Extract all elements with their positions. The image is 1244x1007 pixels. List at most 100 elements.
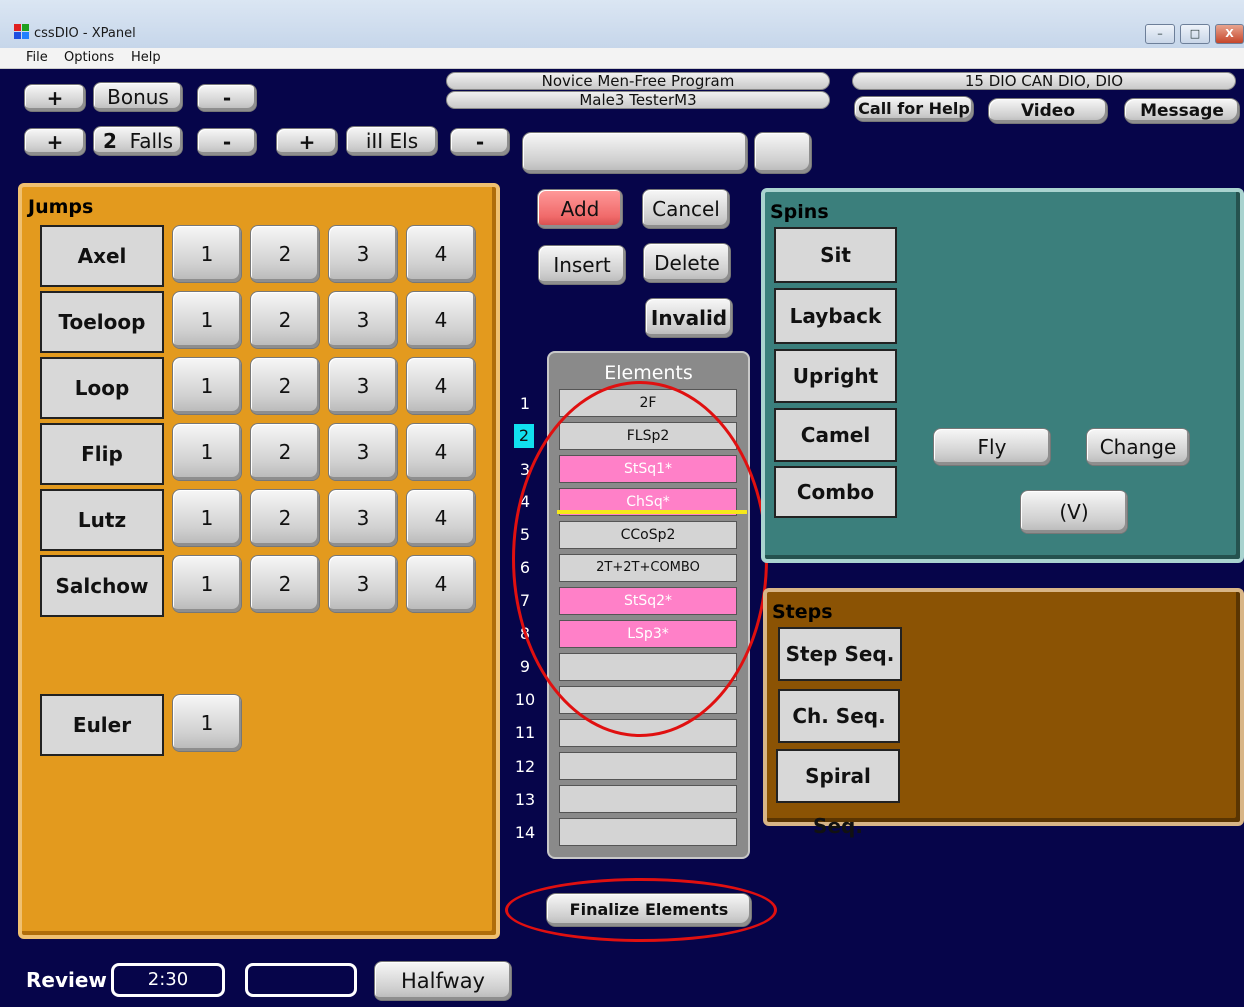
spin-combo[interactable]: Combo (774, 466, 897, 518)
halfway-button[interactable]: Halfway (374, 961, 512, 1001)
toeloop-level-2[interactable]: 2 (250, 291, 320, 349)
choreo-sequence[interactable]: Ch. Seq. (778, 689, 900, 743)
loop-level-4[interactable]: 4 (406, 357, 476, 415)
loop-level-1[interactable]: 1 (172, 357, 242, 415)
falls-plus-button[interactable]: + (24, 128, 86, 156)
toeloop-level-4[interactable]: 4 (406, 291, 476, 349)
flip-level-1[interactable]: 1 (172, 423, 242, 481)
element-number: 10 (514, 690, 536, 709)
jump-flip[interactable]: Flip (40, 423, 164, 485)
jump-lutz[interactable]: Lutz (40, 489, 164, 551)
element-entry-field[interactable] (522, 132, 748, 174)
insert-marker (557, 510, 747, 514)
message-button[interactable]: Message (1124, 98, 1240, 124)
menu-file[interactable]: File (26, 50, 48, 65)
change-button[interactable]: Change (1086, 428, 1190, 466)
step-sequence[interactable]: Step Seq. (778, 627, 902, 681)
app-icon (14, 24, 30, 40)
menu-options[interactable]: Options (64, 50, 114, 65)
element-row[interactable]: CCoSp2 (559, 521, 737, 549)
lutz-level-3[interactable]: 3 (328, 489, 398, 547)
axel-level-4[interactable]: 4 (406, 225, 476, 283)
loop-level-2[interactable]: 2 (250, 357, 320, 415)
salchow-level-2[interactable]: 2 (250, 555, 320, 613)
lutz-level-1[interactable]: 1 (172, 489, 242, 547)
jump-toeloop[interactable]: Toeloop (40, 291, 164, 353)
jump-salchow[interactable]: Salchow (40, 555, 164, 617)
element-modifier-field[interactable] (754, 132, 812, 174)
toeloop-level-1[interactable]: 1 (172, 291, 242, 349)
bonus-plus-button[interactable]: + (24, 84, 86, 112)
flip-level-3[interactable]: 3 (328, 423, 398, 481)
falls-button[interactable]: 2 Falls (93, 126, 183, 156)
axel-level-2[interactable]: 2 (250, 225, 320, 283)
element-row[interactable]: StSq2* (559, 587, 737, 615)
lutz-level-2[interactable]: 2 (250, 489, 320, 547)
element-number: 13 (514, 790, 536, 809)
jump-axel[interactable]: Axel (40, 225, 164, 287)
element-number: 8 (519, 624, 531, 643)
jump-euler[interactable]: Euler (40, 694, 164, 756)
flip-level-4[interactable]: 4 (406, 423, 476, 481)
axel-level-1[interactable]: 1 (172, 225, 242, 283)
element-row[interactable] (559, 686, 737, 714)
illels-plus-button[interactable]: + (276, 128, 338, 156)
element-row[interactable] (559, 785, 737, 813)
lutz-level-4[interactable]: 4 (406, 489, 476, 547)
call-for-help-button[interactable]: Call for Help (854, 96, 974, 122)
bonus-minus-button[interactable]: - (197, 84, 257, 112)
spiral-sequence[interactable]: Spiral Seq. (776, 749, 900, 838)
element-row[interactable]: FLSp2 (559, 422, 737, 450)
falls-count: 2 (102, 129, 117, 153)
bonus-button[interactable]: Bonus (93, 82, 183, 112)
menu-help[interactable]: Help (131, 50, 161, 65)
v-button[interactable]: (V) (1020, 490, 1128, 534)
element-number: 3 (519, 460, 531, 479)
flip-level-2[interactable]: 2 (250, 423, 320, 481)
fly-button[interactable]: Fly (933, 428, 1051, 466)
element-row[interactable] (559, 719, 737, 747)
secondary-timer-display (245, 963, 357, 997)
spins-title: Spins (770, 201, 829, 223)
loop-level-3[interactable]: 3 (328, 357, 398, 415)
jumps-title: Jumps (28, 196, 94, 218)
illels-minus-button[interactable]: - (450, 128, 510, 156)
insert-button[interactable]: Insert (538, 245, 626, 285)
spin-upright[interactable]: Upright (774, 349, 897, 403)
element-row[interactable] (559, 752, 737, 780)
maximize-icon[interactable]: □ (1180, 24, 1210, 44)
video-button[interactable]: Video (988, 98, 1108, 124)
euler-level-1[interactable]: 1 (172, 694, 242, 752)
element-row[interactable]: 2F (559, 389, 737, 417)
salchow-level-1[interactable]: 1 (172, 555, 242, 613)
spin-sit[interactable]: Sit (774, 227, 897, 283)
element-row[interactable]: 2T+2T+COMBO (559, 554, 737, 582)
program-name: Novice Men-Free Program (446, 72, 830, 90)
illels-button[interactable]: iII Els (346, 126, 438, 156)
close-icon[interactable]: X (1215, 24, 1244, 44)
element-row[interactable] (559, 818, 737, 846)
element-number-selected: 2 (514, 424, 534, 448)
add-button[interactable]: Add (537, 189, 623, 229)
element-row[interactable] (559, 653, 737, 681)
invalid-button[interactable]: Invalid (645, 298, 733, 338)
minimize-icon[interactable]: – (1145, 24, 1175, 44)
element-row[interactable]: LSp3* (559, 620, 737, 648)
salchow-level-3[interactable]: 3 (328, 555, 398, 613)
spin-camel[interactable]: Camel (774, 408, 897, 462)
element-row[interactable]: StSq1* (559, 455, 737, 483)
falls-minus-button[interactable]: - (197, 128, 257, 156)
salchow-level-4[interactable]: 4 (406, 555, 476, 613)
delete-button[interactable]: Delete (643, 243, 731, 283)
element-number: 12 (514, 757, 536, 776)
axel-level-3[interactable]: 3 (328, 225, 398, 283)
finalize-elements-button[interactable]: Finalize Elements (546, 893, 752, 927)
skater-name: Male3 TesterM3 (446, 91, 830, 109)
element-number: 4 (519, 492, 531, 511)
spin-layback[interactable]: Layback (774, 288, 897, 344)
cancel-button[interactable]: Cancel (642, 189, 730, 229)
jump-loop[interactable]: Loop (40, 357, 164, 419)
element-number: 9 (519, 657, 531, 676)
toeloop-level-3[interactable]: 3 (328, 291, 398, 349)
steps-title: Steps (772, 601, 833, 623)
